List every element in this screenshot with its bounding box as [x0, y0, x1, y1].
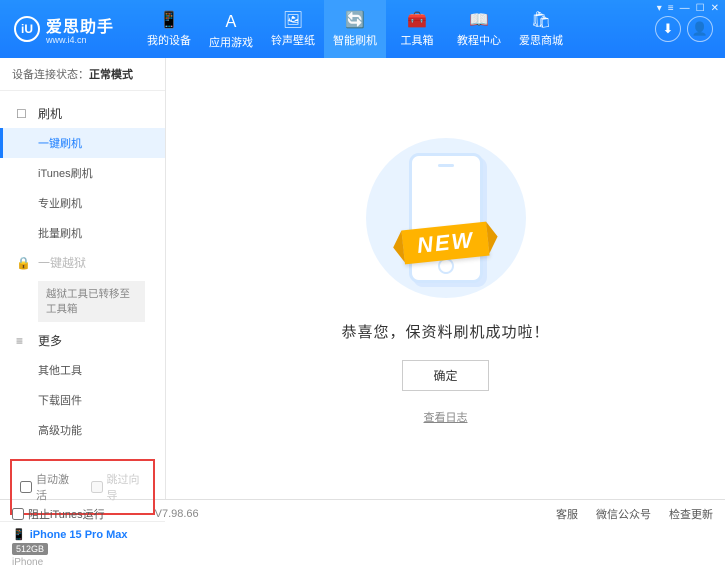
top-nav: 📱我的设备 Ａ应用游戏 🖼铃声壁纸 🔄智能刷机 🧰工具箱 📖教程中心 🛍爱思商城	[138, 0, 655, 58]
success-illustration: NEW	[346, 133, 546, 303]
connection-status: 设备连接状态：正常模式	[0, 58, 165, 91]
version-label: V7.98.66	[155, 508, 199, 520]
app-logo: iU 爱思助手 www.i4.cn	[0, 13, 128, 45]
apps-icon: Ａ	[223, 8, 239, 32]
bag-icon: 🛍	[531, 10, 551, 30]
sidebar-item-batch-flash[interactable]: 批量刷机	[0, 218, 165, 248]
sidebar-item-itunes-flash[interactable]: iTunes刷机	[0, 158, 165, 188]
sidebar-item-oneclick-flash[interactable]: 一键刷机	[0, 128, 165, 158]
storage-badge: 512GB	[12, 543, 48, 555]
book-icon: 📖	[469, 10, 489, 30]
sidebar-item-pro-flash[interactable]: 专业刷机	[0, 188, 165, 218]
sidebar-item-download-firmware[interactable]: 下载固件	[0, 385, 165, 415]
flash-icon: 🔄	[345, 10, 365, 30]
checkbox-block-itunes[interactable]: 阻止iTunes运行	[12, 506, 105, 522]
nav-store[interactable]: 🛍爱思商城	[510, 0, 572, 58]
footer-service[interactable]: 客服	[556, 506, 578, 522]
user-button[interactable]: 👤	[687, 16, 713, 42]
device-info[interactable]: 📱iPhone 15 Pro Max 512GB iPhone	[0, 521, 165, 574]
checkbox-skip-guide: 跳过向导	[91, 471, 146, 503]
checkbox-auto-activate[interactable]: 自动激活	[20, 471, 75, 503]
nav-ringtones[interactable]: 🖼铃声壁纸	[262, 0, 324, 58]
section-more[interactable]: ≡更多	[0, 326, 165, 355]
sidebar-item-other-tools[interactable]: 其他工具	[0, 355, 165, 385]
download-button[interactable]: ⬇	[655, 16, 681, 42]
view-log-link[interactable]: 查看日志	[424, 409, 468, 425]
nav-flash[interactable]: 🔄智能刷机	[324, 0, 386, 58]
device-phone-icon: 📱	[12, 529, 26, 541]
menu-icon[interactable]: ≡	[668, 3, 674, 14]
sidebar-item-advanced[interactable]: 高级功能	[0, 415, 165, 445]
nav-tutorial[interactable]: 📖教程中心	[448, 0, 510, 58]
lock-icon: 🔒	[16, 256, 30, 270]
section-jailbreak: 🔒一键越狱	[0, 248, 165, 277]
maximize-icon[interactable]: ☐	[696, 3, 705, 14]
phone-icon: ☐	[16, 107, 30, 121]
app-header: ▾ ≡ — ☐ ✕ iU 爱思助手 www.i4.cn 📱我的设备 Ａ应用游戏 …	[0, 0, 725, 58]
phone-graphic	[409, 153, 483, 283]
logo-icon: iU	[14, 16, 40, 42]
header-actions: ⬇ 👤	[655, 16, 725, 42]
image-icon: 🖼	[283, 10, 303, 30]
ok-button[interactable]: 确定	[402, 360, 488, 391]
more-icon: ≡	[16, 334, 30, 348]
window-controls: ▾ ≡ — ☐ ✕	[657, 3, 719, 14]
section-flash[interactable]: ☐刷机	[0, 99, 165, 128]
logo-text: 爱思助手	[46, 13, 114, 37]
sidebar: 设备连接状态：正常模式 ☐刷机 一键刷机 iTunes刷机 专业刷机 批量刷机 …	[0, 58, 166, 499]
device-icon: 📱	[159, 10, 179, 30]
main-content: NEW 恭喜您，保资料刷机成功啦！ 确定 查看日志	[166, 58, 725, 499]
nav-apps[interactable]: Ａ应用游戏	[200, 0, 262, 58]
footer-update[interactable]: 检查更新	[669, 506, 713, 522]
logo-url: www.i4.cn	[46, 35, 114, 45]
nav-toolbox[interactable]: 🧰工具箱	[386, 0, 448, 58]
nav-my-device[interactable]: 📱我的设备	[138, 0, 200, 58]
footer-wechat[interactable]: 微信公众号	[596, 506, 651, 522]
minimize-icon[interactable]: —	[680, 3, 690, 14]
dropdown-icon[interactable]: ▾	[657, 3, 662, 14]
success-message: 恭喜您，保资料刷机成功啦！	[341, 321, 549, 342]
jailbreak-note: 越狱工具已转移至工具箱	[38, 281, 145, 322]
toolbox-icon: 🧰	[407, 10, 427, 30]
close-icon[interactable]: ✕	[711, 3, 719, 14]
device-type: iPhone	[12, 557, 153, 568]
